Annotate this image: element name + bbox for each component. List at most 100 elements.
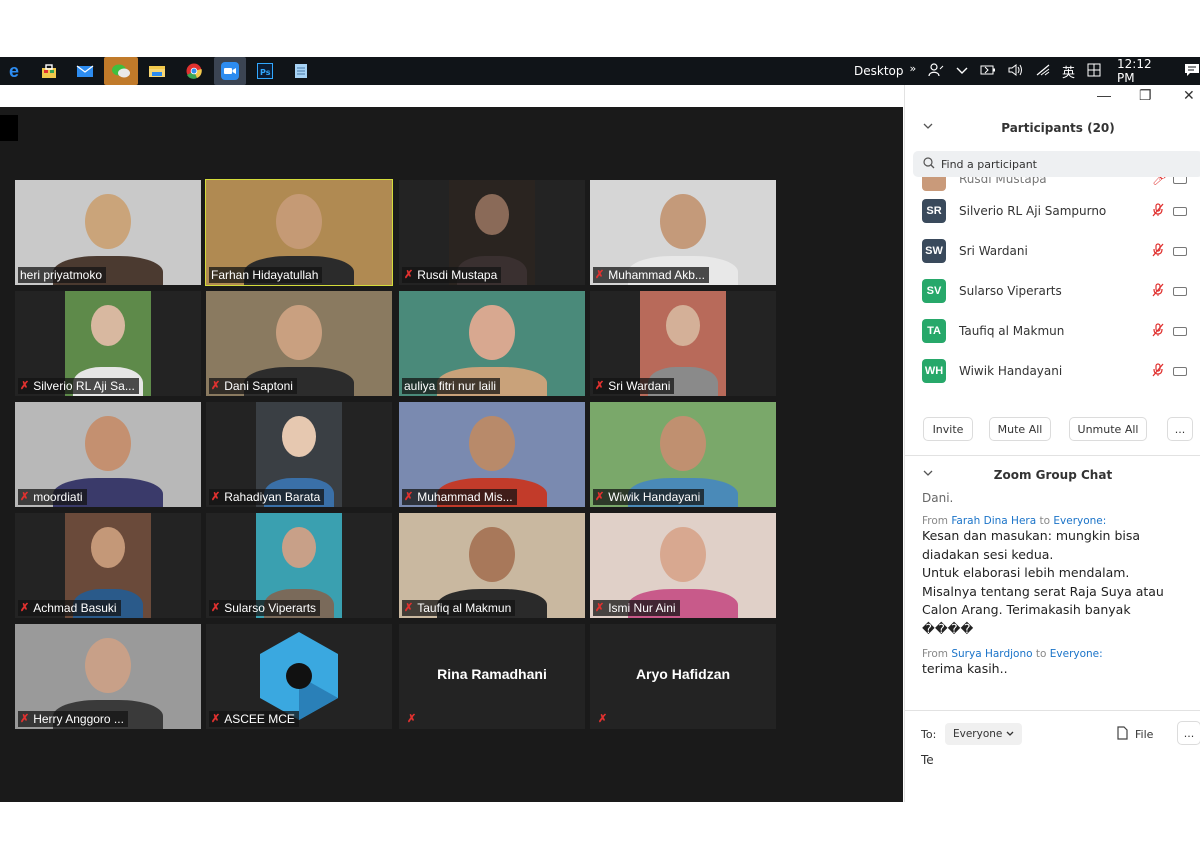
camera-icon[interactable] bbox=[1173, 246, 1187, 256]
camera-icon[interactable] bbox=[1173, 286, 1187, 296]
more-options-button[interactable]: ... bbox=[1167, 417, 1193, 441]
muted-mic-icon[interactable] bbox=[1152, 202, 1164, 220]
video-tile[interactable]: ✗ Wiwik Handayani bbox=[590, 402, 776, 507]
zoom-icon[interactable] bbox=[214, 57, 246, 85]
camera-icon[interactable] bbox=[1173, 326, 1187, 336]
video-tile[interactable]: ✗ Rahadiyan Barata bbox=[206, 402, 392, 507]
photoshop-icon[interactable]: Ps bbox=[254, 60, 276, 82]
participant-name: Aryo Hafidzan bbox=[635, 666, 731, 682]
find-participant-input[interactable]: Find a participant bbox=[913, 151, 1200, 177]
video-gallery: heri priyatmoko Farhan Hidayatullah ✗ Rusdi… bbox=[0, 107, 903, 802]
unmute-all-button[interactable]: Unmute All bbox=[1069, 417, 1147, 441]
close-icon[interactable]: ✕ bbox=[1183, 87, 1195, 104]
invite-button[interactable]: Invite bbox=[923, 417, 973, 441]
participant-name: moordiati bbox=[33, 490, 83, 504]
chat-message-line: Calon Arang. Terimakasih banyak bbox=[922, 602, 1131, 617]
participant-row[interactable]: SV Sularso Viperarts bbox=[905, 271, 1200, 311]
participant-face bbox=[469, 416, 515, 472]
participant-label: heri priyatmoko bbox=[18, 267, 107, 283]
chat-more-button[interactable]: ... bbox=[1177, 721, 1200, 745]
video-tile[interactable]: auliya fitri nur laili bbox=[399, 291, 585, 396]
video-tile[interactable]: ✗ Rusdi Mustapa bbox=[399, 180, 585, 285]
video-tile[interactable]: Aryo Hafidzan ✗ bbox=[590, 624, 776, 729]
chat-input[interactable]: Te bbox=[921, 753, 934, 767]
muted-mic-icon[interactable]: 🎤︎ bbox=[1152, 177, 1167, 186]
notepad-icon[interactable] bbox=[290, 60, 312, 82]
muted-mic-icon: ✗ bbox=[595, 602, 605, 614]
participant-name: Sularso Viperarts bbox=[224, 601, 317, 615]
avatar: TA bbox=[922, 319, 946, 343]
muted-mic-icon[interactable] bbox=[1152, 242, 1164, 260]
muted-mic-icon[interactable] bbox=[1152, 362, 1164, 380]
ime-grid-icon[interactable] bbox=[1087, 63, 1101, 80]
video-tile[interactable]: ✗ Ismi Nur Aini bbox=[590, 513, 776, 618]
video-tile[interactable]: ✗ Silverio RL Aji Sa... bbox=[15, 291, 201, 396]
video-tile[interactable]: ✗ Achmad Basuki bbox=[15, 513, 201, 618]
video-tile[interactable]: ✗ Sri Wardani bbox=[590, 291, 776, 396]
participant-name: Wiwik Handayani bbox=[608, 490, 701, 504]
chrome-icon[interactable] bbox=[183, 60, 205, 82]
video-tile[interactable]: ✗ Taufiq al Makmun bbox=[399, 513, 585, 618]
video-tile[interactable]: ✗ Herry Anggoro ... bbox=[15, 624, 201, 729]
people-icon[interactable] bbox=[928, 62, 944, 80]
ime-indicator[interactable]: 英 bbox=[1062, 62, 1075, 81]
overflow-chevron-icon[interactable]: » bbox=[910, 62, 917, 75]
muted-mic-icon[interactable] bbox=[1152, 322, 1164, 340]
chat-message-line: ���� bbox=[922, 620, 974, 636]
participant-row[interactable]: WH Wiwik Handayani bbox=[905, 351, 1200, 391]
participant-label: ✗ Muhammad Akb... bbox=[593, 267, 709, 283]
participant-face bbox=[475, 194, 509, 235]
video-tile[interactable]: ✗ ASCEE MCE bbox=[206, 624, 392, 729]
chat-recipient[interactable]: Everyone: bbox=[1050, 648, 1103, 660]
chat-recipient[interactable]: Everyone: bbox=[1053, 515, 1106, 527]
video-tile[interactable]: ✗ Sularso Viperarts bbox=[206, 513, 392, 618]
video-tile[interactable]: Farhan Hidayatullah bbox=[205, 179, 393, 286]
video-tile[interactable]: ✗ Muhammad Mis... bbox=[399, 402, 585, 507]
file-explorer-icon[interactable] bbox=[146, 60, 168, 82]
store-icon[interactable] bbox=[38, 60, 60, 82]
video-tile[interactable]: ✗ moordiati bbox=[15, 402, 201, 507]
wechat-icon[interactable] bbox=[104, 57, 138, 85]
participant-name: Achmad Basuki bbox=[33, 601, 117, 615]
chat-sender[interactable]: Surya Hardjono bbox=[951, 648, 1032, 660]
mute-all-button[interactable]: Mute All bbox=[989, 417, 1051, 441]
camera-icon[interactable] bbox=[1173, 366, 1187, 376]
participant-list[interactable]: Rusdi Mustapa 🎤︎ SR Silverio RL Aji Sampu… bbox=[905, 177, 1200, 397]
file-icon[interactable] bbox=[1117, 726, 1128, 743]
video-tile[interactable]: heri priyatmoko bbox=[15, 180, 201, 285]
camera-icon[interactable] bbox=[1173, 206, 1187, 216]
participant-name: Sri Wardani bbox=[959, 244, 1028, 258]
file-button[interactable]: File bbox=[1135, 728, 1153, 741]
chat-meta-text: From bbox=[922, 648, 949, 660]
participant-face bbox=[282, 527, 316, 568]
edge-icon[interactable]: e bbox=[3, 60, 25, 82]
volume-icon[interactable] bbox=[1008, 63, 1024, 79]
desktop-toolbar[interactable]: Desktop » bbox=[854, 57, 916, 85]
minimize-icon[interactable]: — bbox=[1097, 87, 1111, 103]
camera-icon[interactable] bbox=[1173, 177, 1187, 184]
wifi-icon[interactable] bbox=[1036, 64, 1050, 79]
participant-label: ✗ Achmad Basuki bbox=[18, 600, 121, 616]
view-toggle[interactable] bbox=[0, 115, 18, 141]
video-tile[interactable]: ✗ Muhammad Akb... bbox=[590, 180, 776, 285]
notification-icon[interactable] bbox=[1184, 63, 1200, 80]
video-tile[interactable]: Rina Ramadhani ✗ bbox=[399, 624, 585, 729]
recipient-dropdown[interactable]: Everyone bbox=[945, 723, 1023, 745]
mail-icon[interactable] bbox=[74, 60, 96, 82]
video-tile[interactable]: ✗ Dani Saptoni bbox=[206, 291, 392, 396]
participant-name: Ismi Nur Aini bbox=[608, 601, 676, 615]
chat-sender[interactable]: Farah Dina Hera bbox=[951, 515, 1036, 527]
battery-icon[interactable] bbox=[980, 64, 996, 78]
find-participant-placeholder: Find a participant bbox=[941, 157, 1037, 171]
restore-icon[interactable]: ❐ bbox=[1139, 87, 1152, 104]
clock[interactable]: 12:12 PM bbox=[1117, 57, 1164, 85]
participant-name: Sri Wardani bbox=[608, 379, 671, 393]
muted-mic-icon[interactable] bbox=[1152, 282, 1164, 300]
participant-row[interactable]: SW Sri Wardani bbox=[905, 231, 1200, 271]
participants-header: Participants (20) bbox=[905, 119, 1200, 141]
chat-message-line: Misalnya tentang serat Raja Suya atau bbox=[922, 583, 1164, 599]
participant-row[interactable]: SR Silverio RL Aji Sampurno bbox=[905, 191, 1200, 231]
participant-name: Taufiq al Makmun bbox=[417, 601, 512, 615]
chevron-up-icon[interactable] bbox=[956, 64, 968, 78]
participant-row[interactable]: TA Taufiq al Makmun bbox=[905, 311, 1200, 351]
